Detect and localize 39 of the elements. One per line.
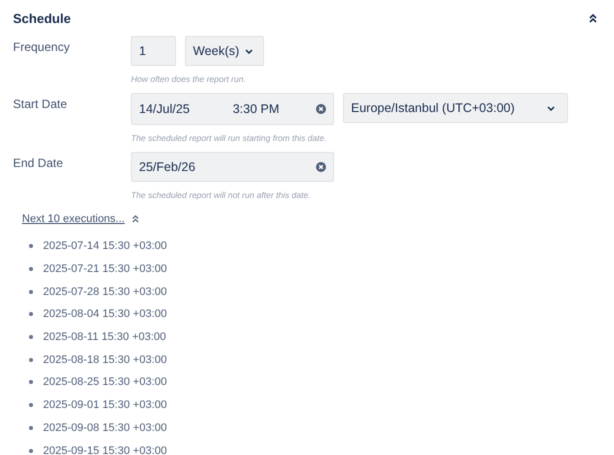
help-text: The scheduled report will not run after this date. — [131, 190, 312, 201]
executions-link[interactable]: Next 10 executions... — [22, 213, 125, 225]
execution-time: 2025-09-15 15:30 +03:00 — [43, 444, 167, 455]
help-text: How often does the report run. — [131, 74, 247, 85]
bullet-icon — [29, 448, 33, 453]
date-field[interactable]: 25/Feb/26 — [131, 152, 334, 182]
bullet-icon — [29, 244, 33, 248]
execution-time: 2025-09-01 15:30 +03:00 — [43, 399, 167, 412]
field-label: Frequency — [13, 39, 71, 56]
bullet-icon — [29, 290, 33, 294]
execution-time: 2025-07-14 15:30 +03:00 — [43, 240, 167, 252]
execution-time: 2025-08-25 15:30 +03:00 — [43, 376, 167, 388]
bullet-icon — [29, 426, 33, 430]
bullet-icon — [29, 403, 33, 408]
execution-time: 2025-07-28 15:30 +03:00 — [43, 286, 167, 298]
execution-time: 2025-09-08 15:30 +03:00 — [43, 422, 167, 434]
help-text: The scheduled report will run starting from this date. — [131, 133, 328, 144]
bullet-icon — [29, 358, 33, 362]
bullet-icon — [29, 380, 33, 384]
bullet-icon — [29, 335, 33, 340]
clear-icon[interactable] — [316, 104, 326, 114]
chevron-down-icon — [547, 106, 555, 110]
execution-time: 2025-08-11 15:30 +03:00 — [43, 331, 166, 344]
execution-time: 2025-08-04 15:30 +03:00 — [43, 308, 167, 320]
unit-dropdown[interactable]: Week(s) — [185, 36, 264, 66]
bullet-icon — [29, 267, 33, 272]
bullet-icon — [29, 312, 33, 316]
timezone-dropdown[interactable]: Europe/Istanbul (UTC+03:00) — [343, 93, 568, 123]
execution-time: 2025-08-18 15:30 +03:00 — [43, 354, 167, 366]
section-title: Schedule — [13, 10, 71, 26]
collapse-icon[interactable] — [132, 215, 139, 223]
chevron-down-icon — [245, 48, 253, 54]
collapse-icon[interactable] — [589, 14, 597, 22]
clear-icon[interactable] — [316, 162, 326, 172]
number-field[interactable]: 1 — [131, 36, 176, 66]
field-label: Start Date — [13, 96, 68, 113]
field-label: End Date — [13, 155, 64, 172]
date-time-field[interactable]: 14/Jul/25 3:30 PM — [131, 93, 334, 125]
execution-time: 2025-07-21 15:30 +03:00 — [43, 263, 167, 276]
